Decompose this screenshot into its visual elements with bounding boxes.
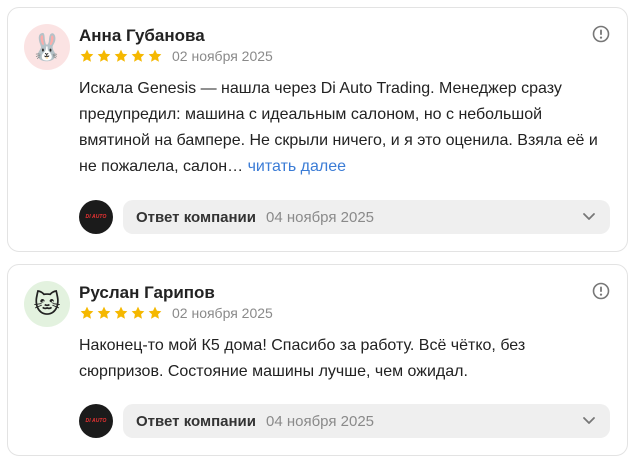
company-reply-toggle[interactable]: Ответ компании 04 ноября 2025: [123, 404, 610, 438]
review-text: Наконец-то мой К5 дома! Спасибо за работ…: [79, 333, 599, 385]
review-card: 🐰 Анна Губанова 02 ноября 2025 Искала Ge…: [7, 7, 628, 252]
company-reply: DI AUTO Ответ компании 04 ноября 2025: [79, 403, 610, 439]
reply-label: Ответ компании: [136, 412, 256, 430]
star-icon: [97, 49, 111, 62]
company-logo-text: DI AUTO: [85, 214, 107, 220]
chevron-down-icon: [583, 417, 595, 424]
rating-stars: [79, 305, 163, 321]
user-avatar[interactable]: 🐰: [24, 24, 70, 70]
reply-date: 04 ноября 2025: [265, 412, 375, 430]
reviewer-name[interactable]: Анна Губанова: [79, 26, 205, 46]
star-icon: [114, 306, 128, 319]
company-logo: DI AUTO: [79, 404, 113, 438]
company-reply: DI AUTO Ответ компании 04 ноября 2025: [79, 199, 610, 235]
star-icon: [131, 49, 145, 62]
cat-icon: 🐱: [33, 289, 61, 319]
star-icon: [97, 306, 111, 319]
review-card: 🐱 Руслан Гарипов 02 ноября 2025 Наконец-…: [7, 264, 628, 456]
company-logo-text: DI AUTO: [85, 418, 107, 424]
review-date: 02 ноября 2025: [172, 48, 273, 64]
review-body: Наконец-то мой К5 дома! Спасибо за работ…: [79, 337, 526, 380]
star-icon: [114, 49, 128, 62]
star-icon: [131, 306, 145, 319]
company-logo: DI AUTO: [79, 200, 113, 234]
rabbit-icon: 🐰: [30, 32, 64, 62]
report-icon[interactable]: [592, 25, 610, 43]
star-icon: [80, 306, 94, 319]
report-icon[interactable]: [592, 282, 610, 300]
company-reply-toggle[interactable]: Ответ компании 04 ноября 2025: [123, 200, 610, 234]
read-more-link[interactable]: читать далее: [248, 158, 346, 175]
review-text: Искала Genesis — нашла через Di Auto Tra…: [79, 76, 599, 180]
rating-stars: [79, 48, 163, 64]
user-avatar[interactable]: 🐱: [24, 281, 70, 327]
star-icon: [80, 49, 94, 62]
review-date: 02 ноября 2025: [172, 305, 273, 321]
reviewer-name[interactable]: Руслан Гарипов: [79, 283, 215, 303]
reply-date: 04 ноября 2025: [265, 208, 375, 226]
star-icon: [148, 306, 162, 319]
chevron-down-icon: [583, 213, 595, 220]
reply-label: Ответ компании: [136, 208, 256, 226]
star-icon: [148, 49, 162, 62]
